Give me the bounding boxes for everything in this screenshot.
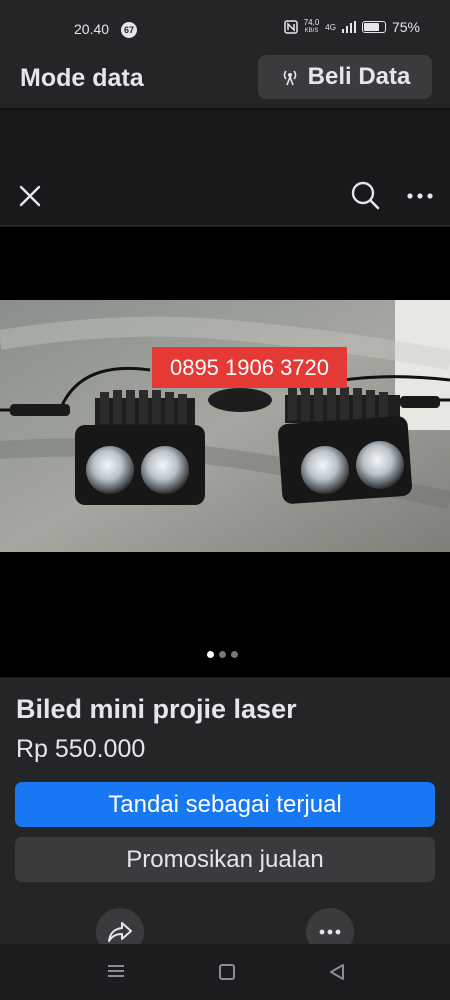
carousel-dot-2 <box>219 651 226 658</box>
viewer-toolbar <box>0 112 450 226</box>
recent-apps-icon[interactable] <box>107 964 125 978</box>
promote-listing-button[interactable]: Promosikan jualan <box>15 837 435 882</box>
carousel-dot-3 <box>231 651 238 658</box>
network-type: 4G <box>325 22 336 32</box>
status-time: 20.40 <box>74 21 110 37</box>
phone-number-overlay: 0895 1906 3720 <box>152 347 347 388</box>
product-photo-drawing <box>0 300 450 552</box>
status-bar: 20.40 67 74,0 KB/S 4G 75% <box>0 0 450 44</box>
battery-percent: 75% <box>391 19 420 35</box>
product-photo[interactable] <box>0 300 450 552</box>
search-icon[interactable] <box>348 178 382 212</box>
listing-price: Rp 550.000 <box>16 735 146 763</box>
close-icon[interactable] <box>16 182 44 210</box>
network-speed-unit: KB/S <box>304 28 319 34</box>
buy-data-button[interactable]: Beli Data <box>258 55 432 99</box>
broadcast-icon <box>283 70 296 86</box>
more-horizontal-icon <box>319 929 341 935</box>
more-icon[interactable] <box>405 192 435 200</box>
photo-viewer[interactable]: 0895 1906 3720 <box>0 227 450 677</box>
signal-icon <box>341 21 356 33</box>
network-speed-value: 74,0 <box>303 18 320 27</box>
data-mode-title: Mode data <box>20 64 144 92</box>
listing-panel: Biled mini projie laser Rp 550.000 Tanda… <box>0 678 450 956</box>
carousel-indicator <box>207 651 238 658</box>
carousel-dot-1 <box>207 651 214 658</box>
data-mode-banner: Mode data Beli Data <box>0 44 450 110</box>
notification-badge: 67 <box>121 22 137 38</box>
nfc-icon <box>283 20 298 34</box>
buy-data-label: Beli Data <box>307 63 411 90</box>
mark-as-sold-button[interactable]: Tandai sebagai terjual <box>15 782 435 827</box>
share-icon <box>108 922 132 942</box>
home-icon[interactable] <box>219 964 235 980</box>
back-icon[interactable] <box>328 963 346 981</box>
system-navigation-bar <box>0 944 450 1000</box>
listing-title: Biled mini projie laser <box>16 694 297 724</box>
right-lamp <box>278 387 412 504</box>
status-indicators: 74,0 KB/S 4G 75% <box>283 19 420 35</box>
network-speed: 74,0 KB/S <box>304 19 320 35</box>
battery-icon <box>361 21 386 33</box>
